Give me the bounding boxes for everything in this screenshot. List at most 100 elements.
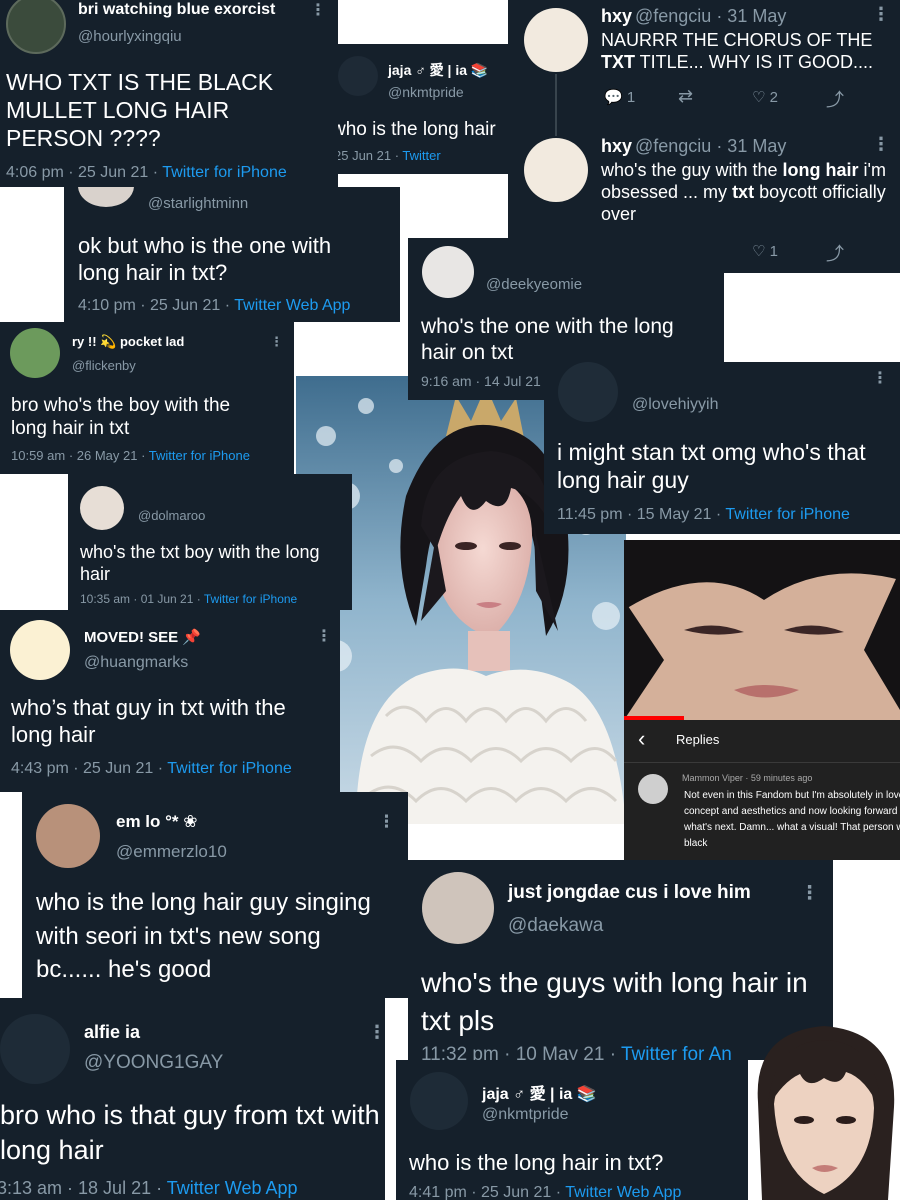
username[interactable]: @nkmtpride [482, 1106, 569, 1124]
display-name[interactable]: em lo °* ❀ [116, 812, 198, 832]
avatar[interactable] [410, 1072, 468, 1130]
tweet-text: who's the guy with the long hair i'm obs… [601, 160, 886, 224]
tweet-card: bri watching blue exorcist @hourlyxingqi… [0, 0, 338, 187]
like-action[interactable]: ♡ 2 [752, 88, 778, 106]
username[interactable]: @emmerzlo10 [116, 842, 227, 862]
more-options-icon[interactable]: ⋮ [316, 626, 332, 646]
avatar[interactable] [422, 246, 474, 298]
like-action[interactable]: ♡ 1 [752, 242, 778, 260]
username[interactable]: @fengciu · 31 May [635, 6, 786, 27]
source-link[interactable]: Twitter Web App [234, 297, 350, 314]
tweet-meta: 25 Jun 21 · Twitter [338, 148, 441, 163]
reply-icon: 💬 [604, 89, 623, 106]
avatar[interactable] [422, 872, 494, 944]
source-link[interactable]: Twitter for iPhone [204, 592, 297, 606]
more-options-icon[interactable]: ⋮ [800, 882, 819, 905]
closeup-photo [624, 540, 900, 720]
tweet-text: who is the long hair guy singing with se… [36, 889, 371, 984]
source-link[interactable]: Twitter for iPhone [167, 760, 292, 777]
username[interactable]: @flickenby [72, 358, 136, 373]
avatar[interactable] [524, 138, 588, 202]
tweet-card: MOVED! SEE 📌 @huangmarks ⋮ who’s that gu… [0, 610, 340, 792]
display-name[interactable]: hxy [601, 136, 632, 157]
share-icon[interactable]: ⤴ [826, 86, 844, 112]
more-options-icon[interactable]: ⋮ [872, 4, 890, 25]
more-options-icon[interactable]: ⋮ [872, 134, 890, 155]
username[interactable]: @hourlyxingqiu [78, 28, 182, 45]
tweet-card: @starlightminn ⋮ ok but who is the one w… [64, 187, 400, 322]
username[interactable]: @starlightminn [148, 195, 248, 212]
tweet-meta: 4:41 pm · 25 Jun 21 · Twitter Web App [409, 1184, 682, 1200]
tweet-text: bro who's the boy with the long hair in … [11, 395, 231, 440]
tweet-card: ry !! 💫 pocket lad @flickenby ⋮ bro who'… [0, 322, 294, 474]
tweet-meta: 11:32 pm · 10 May 21 · Twitter for An [421, 1044, 732, 1060]
avatar[interactable] [6, 0, 66, 54]
tweet-text: i might stan txt omg who's that long hai… [557, 439, 866, 494]
source-link[interactable]: Twitter for iPhone [149, 448, 250, 463]
display-name[interactable]: just jongdae cus i love him [508, 882, 751, 904]
username[interactable]: @daekawa [508, 915, 603, 937]
source-link[interactable]: Twitter Web App [565, 1184, 681, 1200]
more-options-icon[interactable]: ⋮ [310, 0, 326, 20]
tweet-meta: 10:35 am · 01 Jun 21 · Twitter for iPhon… [80, 592, 298, 606]
username[interactable]: @deekyeomie [486, 276, 582, 293]
avatar[interactable] [80, 486, 124, 530]
replies-header: Replies [676, 732, 720, 747]
comment-time: · 59 minutes ago [742, 773, 813, 783]
avatar[interactable] [36, 804, 100, 868]
tweet-thread: hxy @fengciu · 31 May ⋮ NAURRR THE CHORU… [508, 0, 900, 273]
display-name[interactable]: hxy [601, 6, 632, 27]
avatar[interactable] [338, 56, 378, 96]
tweet-text: WHO TXT IS THE BLACK MULLET LONG HAIR PE… [6, 69, 274, 152]
tweet-meta: 4:43 pm · 25 Jun 21 · Twitter for iPhone [11, 760, 292, 777]
tweet-meta: 9:16 am · 14 Jul 21 [421, 373, 541, 389]
reply-action[interactable]: 💬 1 [604, 88, 635, 106]
avatar[interactable] [78, 187, 134, 207]
commenter-avatar[interactable] [638, 774, 668, 804]
tweet-meta: 10:59 am · 26 May 21 · Twitter for iPhon… [11, 448, 250, 463]
username[interactable]: @huangmarks [84, 654, 188, 672]
username[interactable]: @dolmaroo [138, 508, 205, 523]
youtube-replies-panel: ‹ Replies Mammon Viper · 59 minutes ago … [624, 720, 900, 860]
more-options-icon[interactable]: ⋮ [378, 812, 395, 832]
source-link[interactable]: Twitter [402, 148, 440, 163]
retweet-icon[interactable]: ⇄ [678, 86, 693, 107]
commenter-name[interactable]: Mammon Viper [682, 773, 743, 783]
username[interactable]: @lovehiyyih [632, 396, 719, 414]
comment-text: Not even in this Fandom but I'm absolute… [684, 790, 900, 849]
tweet-meta: 4:06 pm · 25 Jun 21 · Twitter for iPhone [6, 164, 287, 181]
more-options-icon[interactable]: ⋮ [872, 368, 888, 388]
source-link[interactable]: Twitter for iPhone [162, 164, 287, 181]
username[interactable]: @YOONG1GAY [84, 1052, 223, 1074]
tweet-meta: 3:13 am · 18 Jul 21 · Twitter Web App [0, 1178, 298, 1198]
source-link[interactable]: Twitter for iPhone [725, 506, 850, 523]
username[interactable]: @nkmtpride [388, 84, 464, 100]
avatar[interactable] [558, 362, 618, 422]
avatar[interactable] [10, 328, 60, 378]
display-name[interactable]: bri watching blue exorcist [78, 1, 275, 19]
tweet-meta: 11:45 pm · 15 May 21 · Twitter for iPhon… [557, 506, 850, 523]
more-options-icon[interactable]: ⋮ [368, 1022, 385, 1043]
display-name[interactable]: ry !! 💫 pocket lad [72, 334, 184, 350]
display-name[interactable]: jaja ♂ 愛 | ia 📚 [388, 60, 488, 80]
tweet-card: @lovehiyyih ⋮ i might stan txt omg who's… [544, 362, 900, 534]
avatar[interactable] [0, 1014, 70, 1084]
share-icon[interactable]: ⤴ [826, 240, 844, 266]
source-link[interactable]: Twitter Web App [167, 1178, 298, 1198]
heart-icon: ♡ [752, 243, 766, 260]
back-arrow-icon[interactable]: ‹ [638, 726, 645, 752]
tweet-text: who’s that guy in txt with the long hair [11, 695, 286, 747]
display-name[interactable]: alfie ia [84, 1022, 140, 1043]
avatar[interactable] [524, 8, 588, 72]
tweet-text: who is the long hair [338, 119, 496, 140]
display-name[interactable]: jaja ♂ 愛 | ia 📚 [482, 1080, 597, 1104]
tweet-card: jaja ♂ 愛 | ia 📚 @nkmtpride who is the lo… [338, 44, 508, 174]
tweet-card: jaja ♂ 愛 | ia 📚 @nkmtpride who is the lo… [396, 1060, 748, 1200]
tweet-text: who's the one with the long hair on txt [421, 315, 674, 364]
avatar[interactable] [10, 620, 70, 680]
source-link[interactable]: Twitter for An [621, 1044, 732, 1060]
display-name[interactable]: MOVED! SEE 📌 [84, 628, 201, 646]
more-options-icon[interactable]: ⋮ [270, 334, 283, 350]
username[interactable]: @fengciu · 31 May [635, 136, 786, 157]
tweet-text: who is the long hair in txt? [409, 1150, 664, 1175]
